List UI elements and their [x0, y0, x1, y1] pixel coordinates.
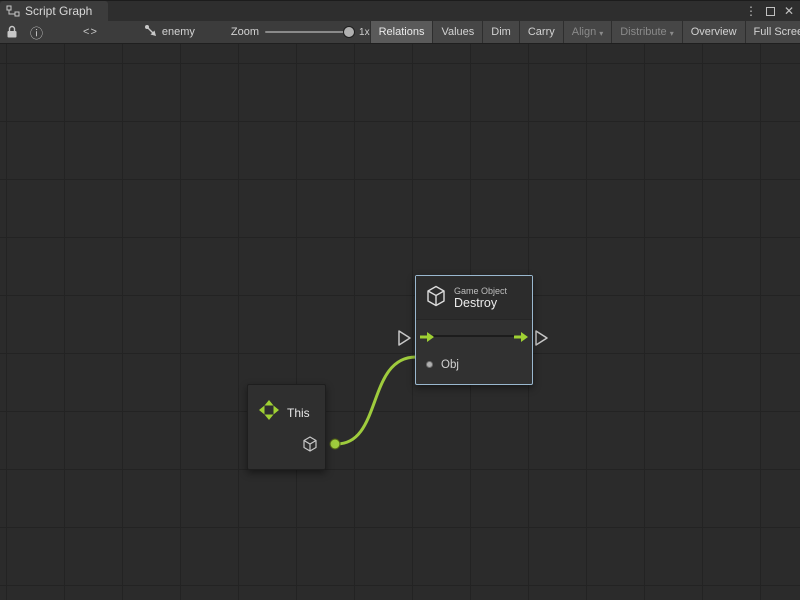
graph-canvas[interactable]: This — [0, 44, 800, 600]
dim-label: Dim — [491, 26, 511, 38]
this-node-output-row[interactable] — [303, 436, 317, 457]
align-label: Align — [572, 26, 596, 38]
fullscreen-button[interactable]: Full Screen — [745, 21, 800, 43]
distribute-label: Distribute — [620, 26, 666, 38]
this-node-title: This — [287, 406, 310, 420]
graph-name: enemy — [162, 26, 195, 38]
cube-icon — [426, 285, 446, 312]
distribute-dropdown[interactable]: Distribute ▾ — [611, 21, 681, 43]
graph-breadcrumb[interactable]: enemy — [144, 24, 195, 40]
node-destroy[interactable]: Game Object Destroy O — [415, 275, 533, 385]
relations-button[interactable]: Relations — [370, 21, 433, 43]
zoom-slider-knob[interactable] — [343, 26, 355, 38]
flow-separator-line — [433, 335, 515, 337]
destroy-obj-row[interactable]: Obj — [416, 352, 532, 374]
tabbar-spacer — [108, 1, 743, 21]
overview-button[interactable]: Overview — [682, 21, 745, 43]
wire-this-to-obj[interactable] — [335, 357, 416, 444]
close-icon[interactable]: ✕ — [781, 1, 797, 21]
lock-icon[interactable] — [0, 21, 24, 43]
toolbar-buttons: Relations Values Dim Carry Align ▾ Distr… — [370, 21, 800, 43]
move-arrows-icon — [258, 399, 280, 426]
tab-bar: Script Graph ⋮ ✕ — [0, 0, 800, 21]
code-glyph: <> — [83, 26, 98, 38]
tab-title: Script Graph — [25, 4, 92, 18]
destroy-node-title: Destroy — [454, 296, 507, 310]
fullscreen-label: Full Screen — [754, 26, 800, 38]
dim-button[interactable]: Dim — [482, 21, 519, 43]
obj-port-label: Obj — [441, 359, 459, 371]
carry-button[interactable]: Carry — [519, 21, 563, 43]
port-destroy-flow-out-triangle[interactable] — [536, 331, 547, 345]
maximize-icon[interactable] — [762, 1, 778, 21]
values-label: Values — [441, 26, 474, 38]
obj-port-dot[interactable] — [426, 361, 433, 368]
maximize-box — [766, 7, 775, 16]
this-node-header: This — [248, 385, 325, 426]
carry-label: Carry — [528, 26, 555, 38]
destroy-node-header: Game Object Destroy — [416, 276, 532, 320]
relations-label: Relations — [379, 26, 425, 38]
port-this-gameobject-output[interactable] — [330, 439, 340, 449]
overview-label: Overview — [691, 26, 737, 38]
destroy-node-category: Game Object — [454, 286, 507, 296]
tab-script-graph[interactable]: Script Graph — [0, 1, 108, 21]
port-destroy-flow-in-triangle[interactable] — [399, 331, 410, 345]
flow-in-arrow-icon[interactable] — [419, 330, 435, 348]
zoom-label: Zoom — [231, 26, 259, 38]
graph-asset-icon — [144, 24, 157, 40]
chevron-down-icon: ▾ — [599, 29, 603, 38]
zoom-control: Zoom 1x — [231, 26, 370, 38]
graph-tab-icon — [6, 5, 20, 17]
kebab-menu-icon[interactable]: ⋮ — [743, 1, 759, 21]
node-this[interactable]: This — [247, 384, 326, 470]
zoom-value: 1x — [359, 27, 370, 38]
destroy-flow-row — [416, 320, 532, 352]
flow-out-arrow-icon[interactable] — [513, 330, 529, 348]
values-button[interactable]: Values — [432, 21, 482, 43]
script-graph-window: Script Graph ⋮ ✕ ⓘ <> enemy — [0, 0, 800, 600]
align-dropdown[interactable]: Align ▾ — [563, 21, 611, 43]
chevron-down-icon: ▾ — [670, 29, 674, 38]
cube-icon — [303, 439, 317, 456]
graph-toolbar: ⓘ <> enemy Zoom 1x Relations — [0, 21, 800, 44]
wire-layer — [0, 44, 800, 600]
destroy-node-titles: Game Object Destroy — [454, 286, 507, 311]
zoom-slider[interactable] — [265, 31, 353, 33]
info-icon[interactable]: ⓘ — [24, 21, 49, 43]
code-icon[interactable]: <> — [77, 21, 104, 43]
